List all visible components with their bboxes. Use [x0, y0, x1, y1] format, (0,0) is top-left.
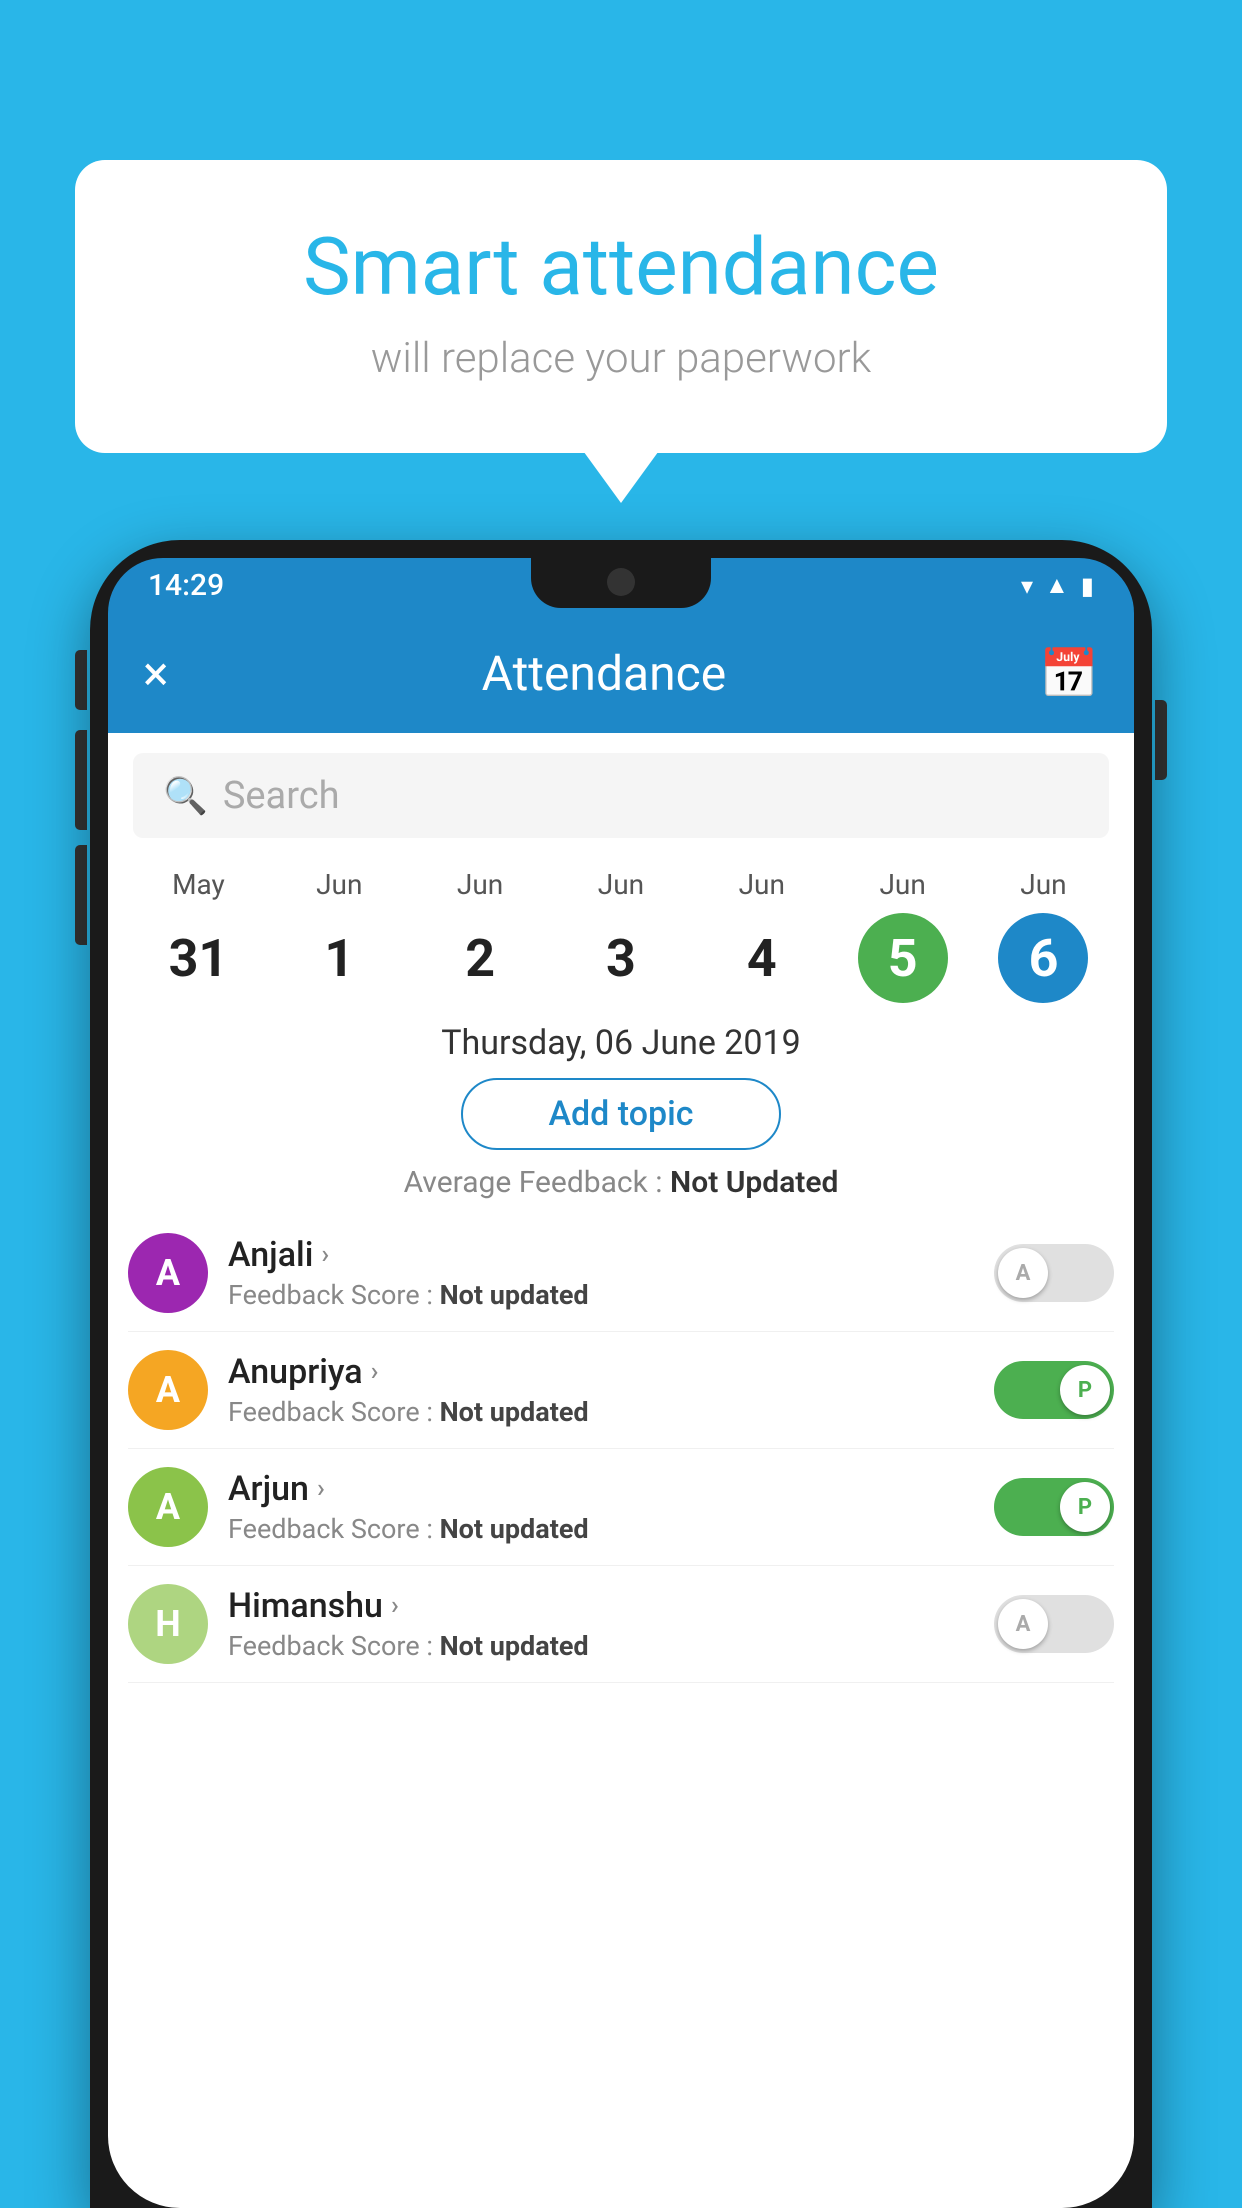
day-month: Jun [739, 868, 785, 901]
feedback-value: Not updated [440, 1513, 589, 1545]
search-icon: 🔍 [163, 775, 208, 817]
student-name: Anupriya › [228, 1352, 974, 1392]
day-month: Jun [598, 868, 644, 901]
student-info: Anupriya › Feedback Score : Not updated [228, 1352, 974, 1428]
student-name: Arjun › [228, 1469, 974, 1509]
toggle-thumb: A [998, 1599, 1048, 1649]
student-name: Anjali › [228, 1235, 974, 1275]
student-name: Himanshu › [228, 1586, 974, 1626]
phone-volume-down-button [75, 730, 87, 830]
status-icons: ▾ ▲ ▮ [1021, 571, 1094, 600]
toggle-thumb: A [998, 1248, 1048, 1298]
calendar-day[interactable]: May 31 [138, 868, 258, 1003]
phone-screen: × Attendance 📅 🔍 Search May31Jun1Jun2Jun… [108, 613, 1134, 2208]
student-avatar: H [128, 1584, 208, 1664]
day-month: Jun [879, 868, 925, 901]
average-feedback-value: Not Updated [670, 1165, 838, 1200]
status-time: 14:29 [148, 568, 224, 603]
student-list: AAnjali ›Feedback Score : Not updatedAAA… [108, 1215, 1134, 1683]
student-info: Arjun › Feedback Score : Not updated [228, 1469, 974, 1545]
day-month: Jun [1020, 868, 1066, 901]
day-number: 3 [576, 913, 666, 1003]
search-bar[interactable]: 🔍 Search [133, 753, 1109, 838]
student-item[interactable]: H Himanshu › Feedback Score : Not updated A [128, 1566, 1114, 1683]
student-info: Anjali › Feedback Score : Not updated [228, 1235, 974, 1311]
phone-frame: 14:29 ▾ ▲ ▮ × Attendance 📅 🔍 Search May 3… [90, 540, 1152, 2208]
toggle-thumb: P [1060, 1365, 1110, 1415]
chevron-icon: › [321, 1240, 329, 1270]
student-item[interactable]: A Anupriya › Feedback Score : Not updated P [128, 1332, 1114, 1449]
chevron-icon: › [371, 1357, 379, 1387]
day-number: 4 [717, 913, 807, 1003]
battery-icon: ▮ [1081, 572, 1094, 600]
wifi-icon: ▾ [1021, 572, 1033, 600]
day-month: May [172, 868, 225, 901]
app-bar: × Attendance 📅 [108, 613, 1134, 733]
calendar-day[interactable]: Jun 3 [561, 868, 681, 1003]
speech-bubble: Smart attendance will replace your paper… [75, 160, 1167, 453]
calendar-strip: May 31 Jun 1 Jun 2 Jun 3 Jun 4 Jun 5 Jun 6 [108, 858, 1134, 1003]
student-avatar: A [128, 1350, 208, 1430]
average-feedback-label: Average Feedback : [404, 1165, 670, 1200]
feedback-value: Not updated [440, 1630, 589, 1662]
chevron-icon: › [317, 1474, 325, 1504]
student-feedback: Feedback Score : Not updated [228, 1513, 974, 1545]
attendance-toggle[interactable]: A [994, 1244, 1114, 1302]
student-feedback: Feedback Score : Not updated [228, 1630, 974, 1662]
day-month: Jun [316, 868, 362, 901]
student-info: Himanshu › Feedback Score : Not updated [228, 1586, 974, 1662]
calendar-day[interactable]: Jun 5 [843, 868, 963, 1003]
toggle-thumb: P [1060, 1482, 1110, 1532]
student-item[interactable]: A Arjun › Feedback Score : Not updated P [128, 1449, 1114, 1566]
calendar-day[interactable]: Jun 2 [420, 868, 540, 1003]
calendar-day[interactable]: Jun 1 [279, 868, 399, 1003]
phone-notch [531, 558, 711, 608]
calendar-button[interactable]: 📅 [1039, 645, 1099, 702]
attendance-toggle[interactable]: A [994, 1595, 1114, 1653]
day-number: 2 [435, 913, 525, 1003]
attendance-toggle[interactable]: P [994, 1361, 1114, 1419]
day-number: 31 [153, 913, 243, 1003]
speech-bubble-subtitle: will replace your paperwork [145, 334, 1097, 383]
feedback-value: Not updated [440, 1279, 589, 1311]
phone-volume-up-button [75, 650, 87, 710]
student-feedback: Feedback Score : Not updated [228, 1279, 974, 1311]
phone-power-button [1155, 700, 1167, 780]
student-item[interactable]: A Anjali › Feedback Score : Not updated A [128, 1215, 1114, 1332]
average-feedback: Average Feedback : Not Updated [108, 1165, 1134, 1200]
day-number: 5 [858, 913, 948, 1003]
chevron-icon: › [391, 1591, 399, 1621]
selected-date: Thursday, 06 June 2019 [108, 1023, 1134, 1063]
front-camera [607, 568, 635, 596]
app-bar-title: Attendance [482, 645, 727, 702]
signal-icon: ▲ [1045, 571, 1069, 600]
speech-bubble-title: Smart attendance [145, 220, 1097, 314]
student-feedback: Feedback Score : Not updated [228, 1396, 974, 1428]
calendar-day[interactable]: Jun 6 [983, 868, 1103, 1003]
add-topic-button[interactable]: Add topic [461, 1078, 781, 1150]
close-button[interactable]: × [143, 645, 169, 702]
day-number: 6 [998, 913, 1088, 1003]
search-input[interactable]: Search [223, 774, 340, 818]
day-number: 1 [294, 913, 384, 1003]
attendance-toggle[interactable]: P [994, 1478, 1114, 1536]
feedback-value: Not updated [440, 1396, 589, 1428]
calendar-day[interactable]: Jun 4 [702, 868, 822, 1003]
student-avatar: A [128, 1467, 208, 1547]
student-avatar: A [128, 1233, 208, 1313]
phone-extra-button [75, 845, 87, 945]
day-month: Jun [457, 868, 503, 901]
add-topic-label: Add topic [548, 1094, 693, 1134]
